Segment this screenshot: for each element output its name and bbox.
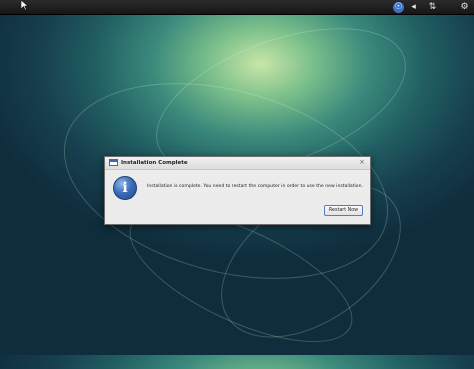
accessibility-icon[interactable]: ☉ bbox=[393, 2, 404, 13]
window-icon bbox=[109, 159, 118, 166]
info-icon: i bbox=[113, 176, 137, 200]
volume-icon[interactable]: ◂ bbox=[408, 2, 419, 13]
installation-complete-dialog: Installation Complete × i Installation i… bbox=[104, 156, 371, 225]
mouse-cursor-icon bbox=[21, 0, 29, 10]
settings-gear-icon[interactable]: ⚙ bbox=[459, 2, 470, 13]
network-icon[interactable]: ⇅ bbox=[427, 2, 438, 13]
restart-now-button[interactable]: Restart Now bbox=[324, 205, 363, 216]
top-panel: ☉ ◂ ⇅ ⚙ bbox=[0, 0, 474, 15]
dialog-message: Installation is complete. You need to re… bbox=[147, 184, 363, 189]
dialog-title: Installation Complete bbox=[121, 160, 188, 166]
dialog-titlebar[interactable]: Installation Complete × bbox=[105, 157, 370, 170]
close-icon[interactable]: × bbox=[358, 158, 366, 167]
